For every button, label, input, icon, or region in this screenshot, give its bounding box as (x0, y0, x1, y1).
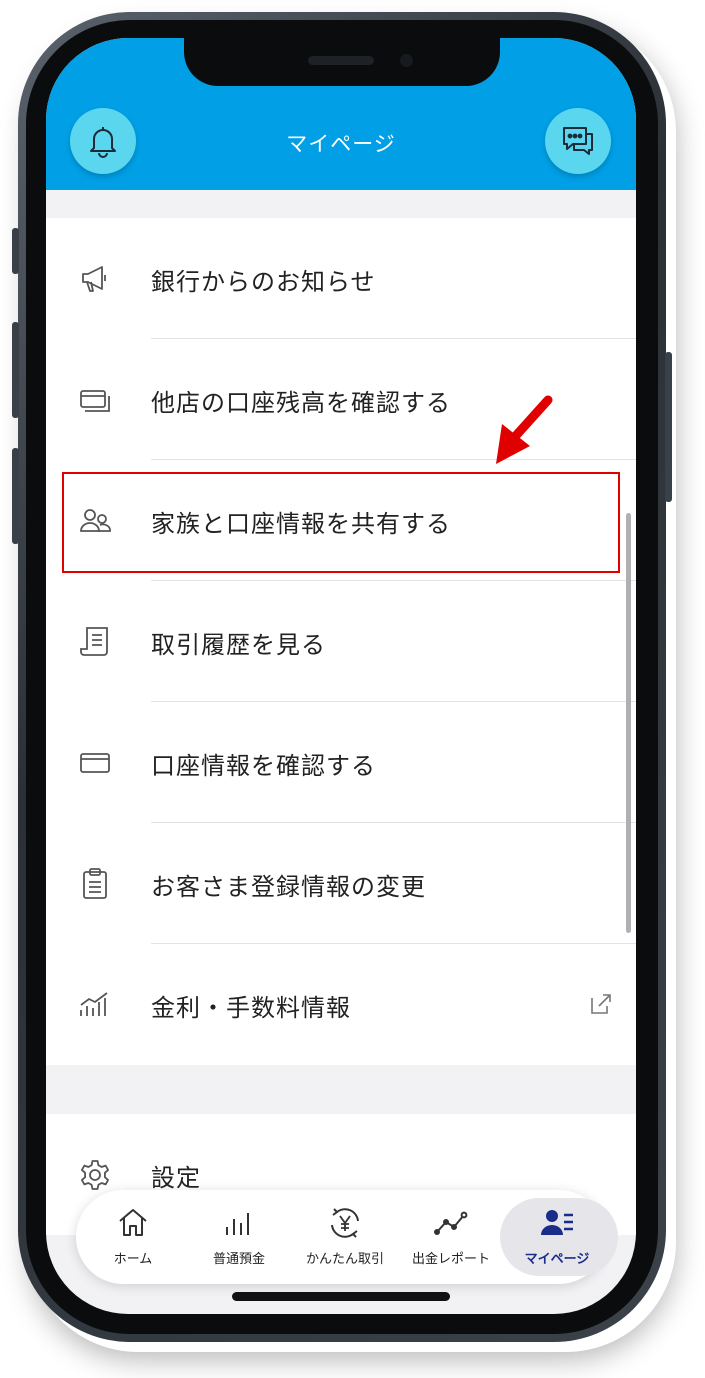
card-icon (80, 753, 110, 773)
menu-item-label: 他店の口座残高を確認する (151, 389, 451, 417)
yen-exchange-icon (331, 1208, 359, 1238)
menu-item-label: お客さま登録情報の変更 (151, 873, 426, 901)
mypage-icon (541, 1210, 573, 1235)
menu-item-bank-news[interactable]: 銀行からのお知らせ (46, 218, 636, 339)
menu-group-main: 銀行からのお知らせ 他店の口座残高を確認する 家族と口座情報を共有する 取引履歴… (46, 218, 636, 1065)
speaker (308, 56, 374, 65)
home-indicator (232, 1292, 450, 1301)
notch (184, 38, 500, 86)
silent-switch (12, 228, 19, 274)
menu-item-transaction-history[interactable]: 取引履歴を見る (46, 581, 636, 702)
annotation-arrow-icon (496, 395, 553, 464)
bars-icon (226, 1213, 249, 1235)
tab-label: 出金レポート (411, 1252, 490, 1267)
tab-savings[interactable]: 普通預金 (186, 1190, 292, 1284)
home-icon (119, 1209, 147, 1236)
gear-icon (81, 1160, 109, 1190)
power-button (665, 352, 672, 502)
line-chart-icon (434, 1211, 468, 1235)
tab-easy-transaction[interactable]: かんたん取引 (292, 1190, 398, 1284)
bottom-tab-bar: ホーム 普通預金 かんたん取引 出金レポート マイページ (76, 1190, 618, 1284)
chart-bars-icon (80, 992, 108, 1016)
tab-withdrawal-report[interactable]: 出金レポート (398, 1190, 504, 1284)
external-link-icon (591, 994, 611, 1014)
menu-item-label: 金利・手数料情報 (151, 994, 351, 1022)
menu-item-label: 取引履歴を見る (151, 631, 326, 659)
clipboard-icon (83, 868, 107, 899)
cards-icon (80, 390, 110, 412)
screen: マイページ 銀行からのお知らせ 他店の口座残高を確認する 家族と口座情報を共有す… (46, 38, 636, 1314)
tab-label: かんたん取引 (305, 1252, 384, 1267)
tab-label: ホーム (113, 1252, 153, 1267)
volume-down-button (12, 448, 19, 544)
chat-button[interactable] (545, 108, 611, 174)
tab-label: マイページ (524, 1252, 590, 1267)
tab-mypage[interactable]: マイページ (500, 1190, 618, 1284)
camera (400, 54, 413, 67)
menu-item-label: 銀行からのお知らせ (151, 268, 376, 296)
tab-label: 普通預金 (212, 1252, 265, 1267)
menu-item-rates-fees[interactable]: 金利・手数料情報 (46, 944, 636, 1065)
scrollbar[interactable] (626, 513, 631, 933)
menu-item-customer-info[interactable]: お客さま登録情報の変更 (46, 823, 636, 944)
receipt-icon (80, 627, 108, 656)
menu-list: 銀行からのお知らせ 他店の口座残高を確認する 家族と口座情報を共有する 取引履歴… (46, 190, 636, 1314)
megaphone-icon (82, 266, 106, 292)
volume-up-button (12, 322, 19, 418)
menu-item-label: 口座情報を確認する (151, 752, 376, 780)
highlight-box (62, 472, 620, 573)
tab-home[interactable]: ホーム (80, 1190, 186, 1284)
menu-item-account-info[interactable]: 口座情報を確認する (46, 702, 636, 823)
chat-bubbles-icon (563, 127, 593, 155)
menu-item-label: 設定 (151, 1164, 201, 1192)
